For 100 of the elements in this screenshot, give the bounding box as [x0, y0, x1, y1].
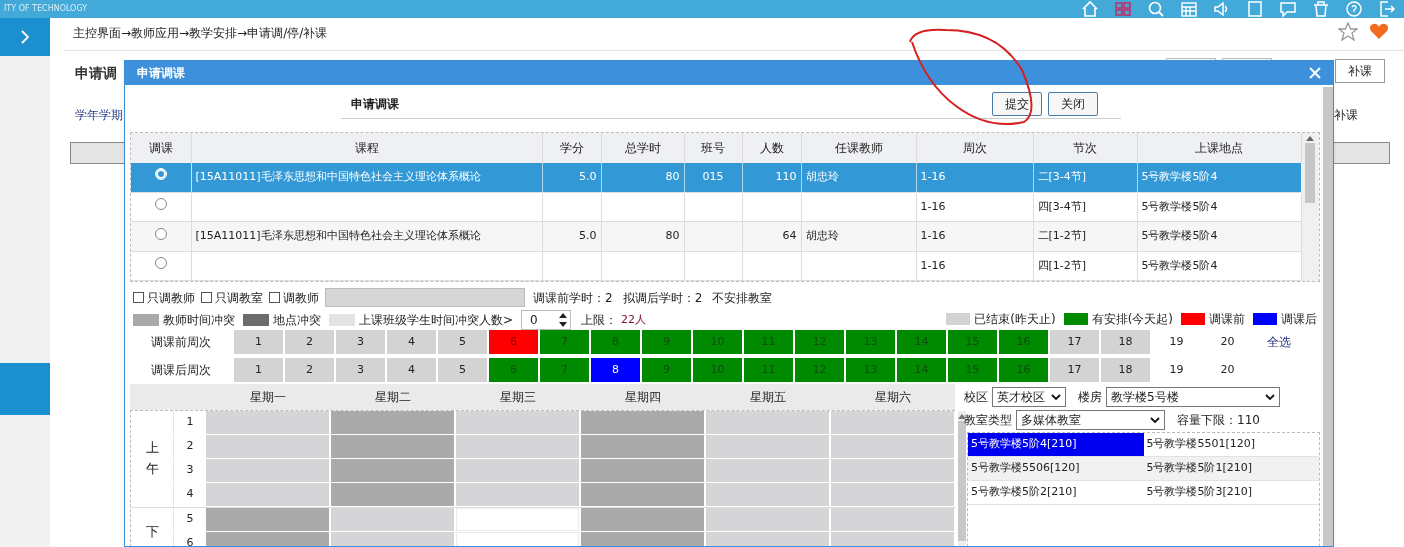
timetable-slot[interactable]: [206, 508, 329, 531]
radio-button[interactable]: [154, 227, 167, 240]
makeup-class-link[interactable]: 补课: [1334, 106, 1358, 124]
table-cell: 64: [782, 229, 797, 242]
week-cell[interactable]: 8: [591, 358, 640, 382]
room-type-dropdown[interactable]: 多媒体教室: [1016, 410, 1165, 430]
timetable-slot[interactable]: [456, 459, 579, 482]
room-item[interactable]: 5号教学楼5阶4[210]: [968, 433, 1144, 457]
timetable-slot[interactable]: [456, 508, 579, 531]
trash-icon[interactable]: [1312, 0, 1330, 18]
home-icon[interactable]: [1081, 0, 1099, 18]
checkbox[interactable]: [269, 292, 280, 303]
scroll-up-icon[interactable]: [958, 414, 966, 419]
timetable-slot[interactable]: [581, 435, 704, 458]
legend-label: 地点冲突: [273, 312, 321, 329]
timetable-slot[interactable]: [581, 483, 704, 506]
week-cell[interactable]: 4: [387, 330, 436, 354]
timetable-slot[interactable]: [331, 435, 454, 458]
timetable-slot[interactable]: [706, 483, 829, 506]
building-dropdown[interactable]: 教学楼5号楼: [1106, 387, 1280, 407]
timetable-slot[interactable]: [456, 483, 579, 506]
hours-text: 不安排教室: [712, 289, 773, 307]
week-cell[interactable]: 1: [234, 330, 283, 354]
checkbox[interactable]: [133, 292, 144, 303]
timetable-slot[interactable]: [331, 411, 454, 434]
week-cell[interactable]: 17: [1050, 330, 1099, 354]
limit-value: 22人: [621, 311, 647, 328]
timetable-slot[interactable]: [206, 435, 329, 458]
calendar-icon[interactable]: [1180, 0, 1198, 18]
close-button[interactable]: 关闭: [1048, 91, 1098, 116]
week-cell[interactable]: 2: [285, 358, 334, 382]
submit-button[interactable]: 提交: [992, 91, 1042, 116]
chevron-right-icon: [20, 29, 30, 45]
sidebar-item[interactable]: [0, 363, 50, 415]
square-icon[interactable]: [1246, 0, 1264, 18]
campus-dropdown[interactable]: 英才校区: [992, 387, 1066, 407]
help-icon[interactable]: [1345, 0, 1363, 18]
checkbox[interactable]: [201, 292, 212, 303]
search-icon[interactable]: [1147, 0, 1165, 18]
week-cell[interactable]: 5: [438, 330, 487, 354]
room-item[interactable]: 5号教学楼5506[120]: [968, 457, 1144, 481]
breadcrumb: 主控界面→教师应用→教学安排→申请调/停/补课: [73, 25, 328, 42]
timetable-slot[interactable]: [706, 459, 829, 482]
table-row[interactable]: 1-16 四[1-2节] 5号教学楼5阶4: [131, 251, 1301, 281]
close-icon[interactable]: [1309, 67, 1321, 79]
timetable-slot[interactable]: [331, 508, 454, 531]
week-cell[interactable]: 2: [285, 330, 334, 354]
teacher-field[interactable]: [325, 288, 525, 307]
week-cell[interactable]: 17: [1050, 358, 1099, 382]
spinner-arrows-icon[interactable]: [558, 312, 569, 328]
day-header: 星期四: [623, 389, 662, 406]
dialog-scrollbar[interactable]: [1323, 87, 1333, 546]
column-header: 周次: [916, 133, 1033, 163]
makeup-class-button[interactable]: 补课: [1335, 59, 1385, 83]
week-cell[interactable]: 18: [1101, 330, 1150, 354]
select-all-link[interactable]: 全选: [1254, 330, 1304, 354]
page-title: 申请调: [75, 64, 117, 83]
timetable-slot[interactable]: [331, 459, 454, 482]
exit-icon[interactable]: [1378, 0, 1396, 18]
table-row[interactable]: 1-16 四[3-4节] 5号教学楼5阶4: [131, 192, 1301, 222]
week-cell[interactable]: 3: [336, 358, 385, 382]
day-header: 星期一: [248, 389, 287, 406]
week-cell[interactable]: 5: [438, 358, 487, 382]
timetable-slot[interactable]: [581, 411, 704, 434]
radio-button[interactable]: [154, 198, 167, 210]
timetable-slot[interactable]: [456, 435, 579, 458]
chat-icon[interactable]: [1279, 0, 1297, 18]
timetable-slot[interactable]: [206, 411, 329, 434]
timetable-slot[interactable]: [706, 435, 829, 458]
radio-button[interactable]: [154, 257, 167, 269]
table-cell: 四[1-2节]: [1037, 258, 1087, 272]
room-item[interactable]: 5号教学楼5阶1[210]: [1143, 457, 1319, 481]
star-icon[interactable]: [1338, 22, 1358, 41]
week-cell[interactable]: 4: [387, 358, 436, 382]
timetable-slot[interactable]: [331, 483, 454, 506]
timetable-slot[interactable]: [206, 459, 329, 482]
timetable-slot[interactable]: [581, 459, 704, 482]
dialog-title: 申请调课: [137, 65, 185, 82]
week-cell[interactable]: 1: [234, 358, 283, 382]
scrollbar-thumb[interactable]: [1305, 143, 1316, 203]
timetable-slot[interactable]: [706, 411, 829, 434]
limit-label: 上限：: [581, 312, 618, 329]
table-cell: 5号教学楼5阶4: [1141, 229, 1218, 242]
table-cell: 胡忠玲: [805, 229, 839, 242]
timetable-slot[interactable]: [206, 483, 329, 506]
legend-label: 调课前: [1209, 311, 1245, 328]
timetable-slot[interactable]: [581, 508, 704, 531]
column-header: 总学时: [601, 133, 684, 163]
conflict-count-field[interactable]: 0: [521, 310, 572, 330]
week-cell[interactable]: 3: [336, 330, 385, 354]
hours-text: 调课前学时：2: [533, 289, 613, 307]
legend-label: 上课班级学生时间冲突人数>: [359, 312, 514, 329]
table-cell: 5号教学楼5阶4: [1141, 169, 1218, 183]
grid-icon[interactable]: [1114, 0, 1132, 18]
heart-icon[interactable]: [1369, 23, 1389, 40]
table-row[interactable]: [15A11011]毛泽东思想和中国特色社会主义理论体系概论 5.0 80 64 胡忠玲 1-16 二[1-2节] 5号教学楼5阶4: [131, 221, 1301, 251]
timetable-slot[interactable]: [456, 411, 579, 434]
week-cell[interactable]: 18: [1101, 358, 1150, 382]
expand-button[interactable]: [0, 18, 50, 56]
timetable-slot[interactable]: [706, 508, 829, 531]
